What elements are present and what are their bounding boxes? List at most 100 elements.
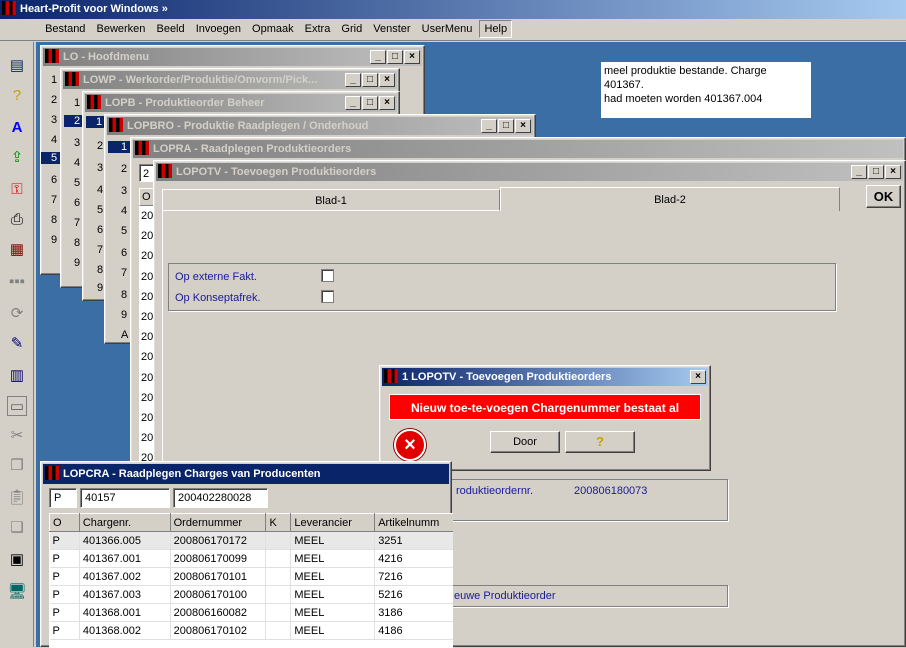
menu-number[interactable]: 9 (121, 309, 127, 321)
menu-number[interactable]: 4 (97, 184, 103, 196)
menu-opmaak[interactable]: Opmaak (248, 19, 298, 39)
menu-number[interactable]: 4 (74, 157, 80, 169)
menu-number[interactable]: 3 (121, 185, 127, 197)
col-o[interactable]: O (49, 513, 80, 532)
maximize-button[interactable]: □ (362, 73, 378, 87)
menu-number[interactable]: 6 (121, 247, 127, 259)
close-button[interactable]: × (404, 50, 420, 64)
menu-number-selected[interactable]: 1 (86, 116, 106, 128)
maximize-button[interactable]: □ (362, 96, 378, 110)
col-ordernummer[interactable]: Ordernummer (169, 513, 267, 532)
menu-number[interactable]: 6 (97, 224, 103, 236)
menu-number[interactable]: 2 (121, 163, 127, 175)
key-icon[interactable]: ⚿ (7, 180, 27, 200)
menu-help[interactable]: Help (479, 20, 513, 38)
menu-number[interactable]: 6 (74, 197, 80, 209)
maximize-button[interactable]: □ (387, 50, 403, 64)
menu-invoegen[interactable]: Invoegen (192, 19, 245, 39)
menu-number[interactable]: 7 (74, 217, 80, 229)
table-row[interactable]: P 401368.002 200806170102 MEEL 4186 (49, 621, 453, 640)
window-lopb-titlebar[interactable]: LOPB - Produktieorder Beheer _ □ × (85, 94, 397, 112)
window-lopcra[interactable]: LOPCRA - Raadplegen Charges van Producen… (40, 461, 453, 648)
ok-button[interactable]: OK (866, 185, 901, 208)
maximize-button[interactable]: □ (868, 165, 884, 179)
door-button[interactable]: Door (490, 431, 560, 453)
window-lowp-titlebar[interactable]: LOWP - Werkorder/Produktie/Omvorm/Pick..… (63, 71, 397, 89)
copy-icon[interactable]: ❐ (7, 456, 27, 476)
minimize-button[interactable]: _ (345, 73, 361, 87)
col-artikelnummer[interactable]: Artikelnumm (374, 513, 453, 532)
charges-table[interactable]: O Chargenr. Ordernummer K Leverancier Ar… (49, 513, 453, 648)
menu-bewerken[interactable]: Bewerken (93, 19, 150, 39)
maximize-button[interactable]: □ (498, 119, 514, 133)
filter-type[interactable]: P (49, 488, 77, 508)
menu-number[interactable]: 6 (51, 174, 57, 186)
table-row[interactable]: P 401367.002 200806170101 MEEL 7216 (49, 567, 453, 586)
menu-number[interactable]: 8 (51, 214, 57, 226)
table-row[interactable]: P 401368.001 200806160082 MEEL 3186 (49, 603, 453, 622)
ext-fakt-checkbox[interactable] (321, 269, 334, 282)
menu-number[interactable]: 2 (97, 140, 103, 152)
table-row[interactable]: P 401367.003 200806170100 MEEL 5216 (49, 585, 453, 604)
menu-number[interactable]: 5 (121, 225, 127, 237)
table-row[interactable]: P 401366.005 200806170172 MEEL 3251 (49, 531, 453, 550)
help-button[interactable]: ? (565, 431, 635, 453)
minimize-button[interactable]: _ (851, 165, 867, 179)
cut-icon[interactable]: ✂ (7, 426, 27, 446)
menu-number[interactable]: 4 (121, 205, 127, 217)
menu-number[interactable]: 1 (74, 97, 80, 109)
filter-chargenr[interactable]: 40157 (80, 488, 170, 508)
menu-number[interactable]: 1 (51, 74, 57, 86)
menu-number[interactable]: 9 (97, 282, 103, 294)
window-lopcra-titlebar[interactable]: LOPCRA - Raadplegen Charges van Producen… (43, 464, 449, 484)
menu-number[interactable]: 5 (74, 177, 80, 189)
minimize-button[interactable]: _ (370, 50, 386, 64)
col-leverancier[interactable]: Leverancier (290, 513, 376, 532)
tab-blad-1[interactable]: Blad-1 (162, 189, 500, 211)
spellcheck-icon[interactable]: A (7, 118, 27, 138)
chart-icon[interactable]: ▥ (7, 366, 27, 386)
close-button[interactable]: × (379, 73, 395, 87)
menu-number[interactable]: 7 (51, 194, 57, 206)
menu-number[interactable]: 7 (121, 267, 127, 279)
window-lopra-titlebar[interactable]: LOPRA - Raadplegen Produktieorders (133, 140, 903, 158)
close-button[interactable]: × (515, 119, 531, 133)
error-dialog[interactable]: 1 LOPOTV - Toevoegen Produktieorders × N… (379, 365, 711, 471)
menu-number-selected[interactable]: 1 (108, 141, 130, 153)
refresh-icon[interactable]: ⟳ (7, 304, 27, 324)
window-lopbro-titlebar[interactable]: LOPBRO - Produktie Raadplegen / Onderhou… (107, 117, 533, 135)
minimize-button[interactable]: _ (481, 119, 497, 133)
menu-number[interactable]: 8 (74, 237, 80, 249)
report-icon[interactable]: ▤ (7, 56, 27, 76)
menu-number[interactable]: A (121, 329, 128, 341)
menu-number[interactable]: 4 (51, 134, 57, 146)
error-dialog-titlebar[interactable]: 1 LOPOTV - Toevoegen Produktieorders × (382, 368, 708, 386)
window-lopotv-titlebar[interactable]: LOPOTV - Toevoegen Produktieorders _ □ × (156, 163, 903, 181)
menu-number[interactable]: 5 (97, 204, 103, 216)
col-chargenr[interactable]: Chargenr. (78, 513, 171, 532)
export-icon[interactable]: ⇪ (7, 148, 27, 168)
close-button[interactable]: × (379, 96, 395, 110)
menu-number[interactable]: 7 (97, 244, 103, 256)
menu-number[interactable]: 3 (97, 162, 103, 174)
menu-number[interactable]: 2 (51, 94, 57, 106)
filter-ordernr[interactable]: 200402280028 (173, 488, 268, 508)
form-icon[interactable]: ▦ (7, 240, 27, 260)
computer-icon[interactable]: 🖥︎ (7, 582, 27, 602)
menu-number[interactable]: 3 (51, 114, 57, 126)
menu-extra[interactable]: Extra (301, 19, 335, 39)
menu-bestand[interactable]: Bestand (41, 19, 89, 39)
calc-icon[interactable]: ▣ (7, 550, 27, 570)
menu-grid[interactable]: Grid (337, 19, 366, 39)
menu-number[interactable]: 9 (51, 234, 57, 246)
konsept-checkbox[interactable] (321, 290, 334, 303)
menu-beeld[interactable]: Beeld (152, 19, 188, 39)
paste-icon[interactable]: 📋︎ (7, 488, 27, 508)
paste-special-icon[interactable]: ❏ (7, 518, 27, 538)
window-lo-titlebar[interactable]: LO - Hoofdmenu _ □ × (43, 48, 422, 66)
minimize-button[interactable]: _ (345, 96, 361, 110)
menu-number[interactable]: 8 (121, 289, 127, 301)
table-row[interactable]: P 401367.001 200806170099 MEEL 4216 (49, 549, 453, 568)
close-button[interactable]: × (690, 370, 706, 384)
menu-number[interactable]: 9 (74, 257, 80, 269)
